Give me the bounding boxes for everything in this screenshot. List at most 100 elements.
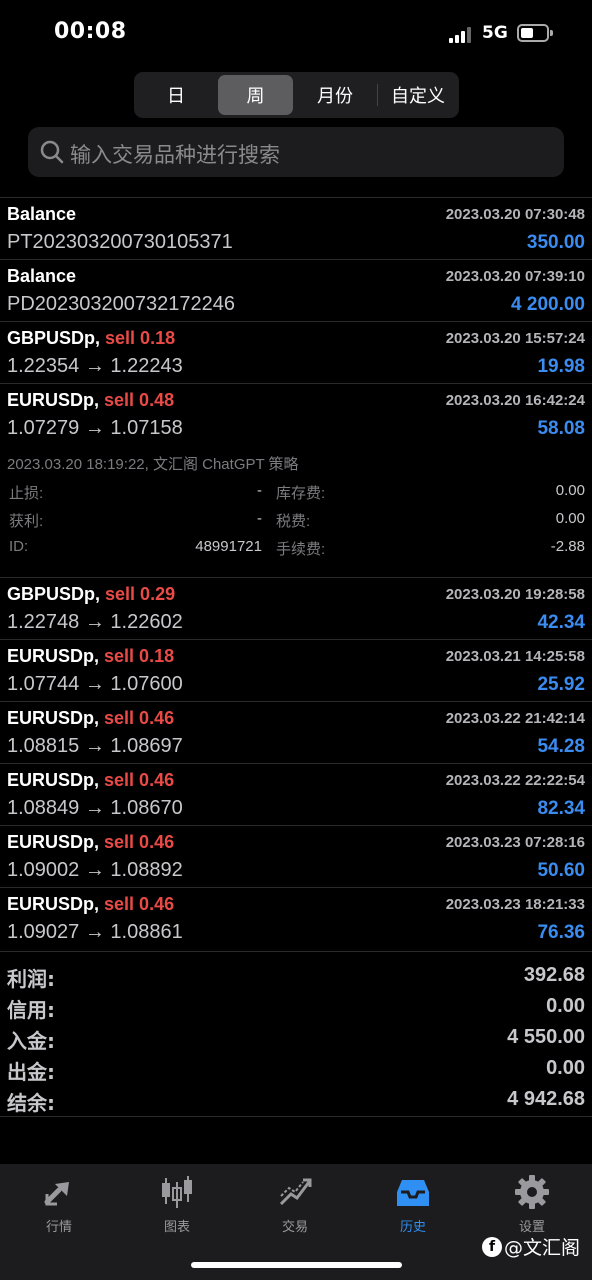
deal-profit: 42.34 xyxy=(537,612,585,633)
deal-symbol: GBPUSDp, sell 0.18 xyxy=(7,328,176,348)
deal-prices: 1.07279 → 1.07158 xyxy=(7,417,183,439)
segment-week[interactable]: 周 xyxy=(218,75,293,115)
deal-side: sell 0.48 xyxy=(104,390,175,410)
cellular-signal-icon xyxy=(449,27,473,43)
deal-symbol: EURUSDp, sell 0.46 xyxy=(7,708,175,728)
tax-label: 税费: xyxy=(276,513,311,530)
facebook-logo-icon: f xyxy=(482,1236,502,1257)
deal-symbol: GBPUSDp, sell 0.29 xyxy=(7,584,176,604)
summary-label: 信用: xyxy=(7,998,55,1022)
tab-chart[interactable]: 图表 xyxy=(118,1174,236,1238)
deal-row[interactable]: EURUSDp, sell 0.46 2023.03.22 21:42:14 1… xyxy=(0,701,592,763)
deal-side: sell 0.46 xyxy=(104,832,175,852)
quotes-icon xyxy=(44,1182,69,1206)
deal-profit: 50.60 xyxy=(537,860,585,881)
deal-value: 4 200.00 xyxy=(511,294,585,315)
watermark: f @文汇阁 xyxy=(482,1233,580,1260)
deal-side: sell 0.46 xyxy=(104,708,175,728)
tax-value: 0.00 xyxy=(555,510,585,527)
deal-time: 2023.03.20 07:30:48 xyxy=(445,206,585,223)
tab-trade[interactable]: 交易 xyxy=(236,1174,354,1238)
deal-profit: 54.28 xyxy=(537,736,585,757)
deal-profit: 58.08 xyxy=(537,418,585,439)
deal-time: 2023.03.23 07:28:16 xyxy=(445,834,585,851)
deal-row[interactable]: EURUSDp, sell 0.18 2023.03.21 14:25:58 1… xyxy=(0,639,592,701)
summary-credit: 信用: 0.00 xyxy=(0,989,592,1022)
summary-value: 0.00 xyxy=(546,995,585,1017)
segment-divider xyxy=(377,84,378,106)
deal-row[interactable]: GBPUSDp, sell 0.18 2023.03.20 15:57:24 1… xyxy=(0,321,592,383)
watermark-text: @文汇阁 xyxy=(504,1237,581,1259)
summary-deposit: 入金: 4 550.00 xyxy=(0,1020,592,1053)
network-label: 5G xyxy=(482,23,508,43)
deal-row[interactable]: EURUSDp, sell 0.46 2023.03.23 07:28:16 1… xyxy=(0,825,592,887)
id-label: ID: xyxy=(9,538,29,555)
tab-label: 图表 xyxy=(163,1220,190,1235)
deal-time: 2023.03.20 07:39:10 xyxy=(445,268,585,285)
status-time: 00:08 xyxy=(54,19,127,44)
summary-label: 结余: xyxy=(7,1091,55,1115)
tab-history[interactable]: 历史 xyxy=(354,1174,472,1238)
symbol-search-field[interactable]: 输入交易品种进行搜索 xyxy=(28,127,564,177)
tab-label: 历史 xyxy=(399,1220,426,1235)
summary-label: 利润: xyxy=(7,967,55,991)
summary-value: 4 550.00 xyxy=(507,1026,585,1048)
take-profit-value: - xyxy=(257,510,262,527)
deal-comment: PT202303200730105371 xyxy=(7,231,233,253)
deal-row[interactable]: EURUSDp, sell 0.46 2023.03.22 22:22:54 1… xyxy=(0,763,592,825)
summary-profit: 利润: 392.68 xyxy=(0,958,592,991)
history-icon xyxy=(397,1180,429,1206)
battery-icon xyxy=(517,24,553,42)
settings-icon xyxy=(515,1175,549,1209)
deal-symbol: EURUSDp, sell 0.46 xyxy=(7,832,175,852)
deal-time: 2023.03.21 14:25:58 xyxy=(445,648,585,665)
deal-profit: 19.98 xyxy=(537,356,585,377)
tab-settings[interactable]: 设置 xyxy=(473,1174,591,1238)
deal-row[interactable]: EURUSDp, sell 0.48 2023.03.20 16:42:24 1… xyxy=(0,383,592,445)
summary-value: 392.68 xyxy=(523,964,585,986)
status-bar: 00:08 5G xyxy=(0,0,592,68)
deal-prices: 1.09027 → 1.08861 xyxy=(7,921,183,943)
segment-day[interactable]: 日 xyxy=(138,75,214,115)
deal-side: sell 0.46 xyxy=(104,894,175,914)
deal-prices: 1.08849 → 1.08670 xyxy=(7,797,183,819)
take-profit-label: 获利: xyxy=(9,513,44,530)
chart-icon xyxy=(162,1176,192,1208)
segment-custom[interactable]: 自定义 xyxy=(379,75,457,115)
trade-icon xyxy=(279,1178,312,1206)
home-indicator[interactable] xyxy=(191,1262,402,1268)
account-summary: 利润: 392.68 信用: 0.00 入金: 4 550.00 出金: 0.0… xyxy=(0,951,592,1117)
tab-quotes[interactable]: 行情 xyxy=(0,1174,118,1238)
search-icon xyxy=(40,140,64,164)
period-segmented-control: 日 周 月份 自定义 xyxy=(134,72,459,118)
segment-month[interactable]: 月份 xyxy=(296,75,374,115)
deal-side: sell 0.46 xyxy=(104,770,175,790)
deal-symbol: EURUSDp, sell 0.48 xyxy=(7,390,175,410)
deal-symbol: EURUSDp, sell 0.46 xyxy=(7,770,175,790)
deal-detail-panel: 2023.03.20 18:19:22, 文汇阁 ChatGPT 策略 止损: … xyxy=(0,445,592,577)
id-value: 48991721 xyxy=(195,538,262,555)
summary-value: 4 942.68 xyxy=(507,1088,585,1110)
deal-symbol: EURUSDp, sell 0.46 xyxy=(7,894,175,914)
deal-symbol: Balance xyxy=(7,204,77,224)
deal-time: 2023.03.22 22:22:54 xyxy=(445,772,585,789)
deal-prices: 1.09002 → 1.08892 xyxy=(7,859,183,881)
deal-row[interactable]: GBPUSDp, sell 0.29 2023.03.20 19:28:58 1… xyxy=(0,577,592,639)
tab-label: 行情 xyxy=(45,1220,72,1235)
deal-profit: 25.92 xyxy=(537,674,585,695)
deal-row[interactable]: Balance 2023.03.20 07:39:10 PD2023032007… xyxy=(0,259,592,321)
deal-side: sell 0.18 xyxy=(105,328,176,348)
summary-label: 出金: xyxy=(7,1060,55,1084)
deal-row[interactable]: EURUSDp, sell 0.46 2023.03.23 18:21:33 1… xyxy=(0,887,592,949)
commission-value: -2.88 xyxy=(550,538,585,555)
deal-prices: 1.22354 → 1.22243 xyxy=(7,355,183,377)
deal-time: 2023.03.23 18:21:33 xyxy=(445,896,585,913)
history-list: Balance 2023.03.20 07:30:48 PT2023032007… xyxy=(0,197,592,949)
summary-label: 入金: xyxy=(7,1029,55,1053)
deal-time: 2023.03.20 16:42:24 xyxy=(445,392,585,409)
summary-withdrawal: 出金: 0.00 xyxy=(0,1051,592,1084)
deal-symbol: EURUSDp, sell 0.18 xyxy=(7,646,175,666)
deal-row[interactable]: Balance 2023.03.20 07:30:48 PT2023032007… xyxy=(0,197,592,259)
deal-symbol: Balance xyxy=(7,266,77,286)
detail-close-time: 2023.03.20 18:19:22, 文汇阁 ChatGPT 策略 xyxy=(7,456,299,473)
